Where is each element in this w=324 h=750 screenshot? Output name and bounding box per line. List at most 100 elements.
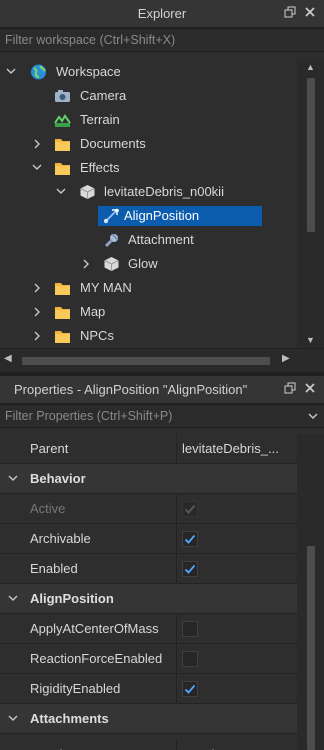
tree-item-camera[interactable]: Camera (0, 84, 297, 108)
explorer-horizontal-scrollbar[interactable]: ◀ ▶ (0, 348, 324, 372)
scroll-left-icon[interactable]: ◀ (4, 353, 12, 364)
tree-item-label: Workspace (56, 64, 121, 79)
chevron-down-icon[interactable] (54, 180, 68, 204)
property-row-active: Active (0, 494, 297, 524)
tree-item-map[interactable]: Map (0, 300, 297, 324)
tree-item-label: NPCs (80, 328, 114, 343)
part-icon (79, 184, 96, 200)
tree-item-label: Map (80, 304, 106, 319)
scroll-down-icon[interactable]: ▼ (297, 335, 324, 345)
terrain-icon (54, 112, 71, 128)
property-name: Parent (30, 441, 69, 456)
group-label: Attachments (30, 711, 109, 726)
explorer-filter (0, 28, 324, 52)
explorer-vertical-scrollbar[interactable]: ▲ ▼ (297, 60, 324, 348)
chevron-down-icon[interactable] (30, 156, 44, 180)
chevron-right-icon[interactable] (30, 276, 44, 300)
attachment-icon (103, 232, 120, 248)
properties-scroll-thumb[interactable] (307, 546, 315, 750)
tree-item-npcs[interactable]: NPCs (0, 324, 297, 348)
property-row-apply-at-center-of-mass[interactable]: ApplyAtCenterOfMass (0, 614, 297, 644)
tree-item-workspace[interactable]: Workspace (0, 60, 297, 84)
tree-item-label: AlignPosition (98, 206, 262, 226)
tree-item-terrain[interactable]: Terrain (0, 108, 297, 132)
property-name: ReactionForceEnabled (30, 651, 163, 666)
group-attachments[interactable]: Attachments (0, 704, 297, 734)
chevron-right-icon[interactable] (30, 132, 44, 156)
tree-item-label: Terrain (80, 112, 120, 127)
chevron-down-icon[interactable] (6, 584, 20, 614)
group-label: AlignPosition (30, 591, 114, 606)
group-behavior[interactable]: Behavior (0, 464, 297, 494)
tree-item-documents[interactable]: Documents (0, 132, 297, 156)
checkbox-checked[interactable] (182, 681, 198, 697)
tree-item-effects[interactable]: Effects (0, 156, 297, 180)
property-value (176, 644, 297, 673)
property-row-archivable[interactable]: Archivable (0, 524, 297, 554)
chevron-right-icon[interactable] (30, 324, 44, 348)
scroll-up-icon[interactable]: ▲ (297, 62, 324, 72)
property-value (176, 674, 297, 703)
group-label: Behavior (30, 471, 86, 486)
tree-item-label: Attachment (128, 232, 194, 247)
chevron-right-icon[interactable] (79, 252, 93, 276)
float-panel-icon[interactable] (283, 6, 297, 20)
chevron-down-icon[interactable] (6, 704, 20, 734)
explorer-search-input[interactable] (0, 29, 324, 51)
property-value (176, 614, 297, 643)
property-row-enabled[interactable]: Enabled (0, 554, 297, 584)
property-row-parent[interactable]: Parent levitateDebris_... (0, 434, 297, 464)
tree-item-label: Documents (80, 136, 146, 151)
checkbox-checked[interactable] (182, 561, 198, 577)
folder-icon (54, 304, 71, 320)
explorer-hscroll-thumb[interactable] (22, 357, 270, 365)
float-panel-icon[interactable] (283, 382, 297, 396)
property-value[interactable]: levitateDebris_... (176, 434, 297, 463)
checkbox-unchecked[interactable] (182, 621, 198, 637)
folder-icon (54, 328, 71, 344)
camera-icon (54, 88, 71, 104)
property-value (176, 524, 297, 553)
property-name: RigidityEnabled (30, 681, 121, 696)
close-icon[interactable] (303, 382, 317, 396)
tree-item-attachment[interactable]: Attachment (0, 228, 297, 252)
properties-vertical-scrollbar[interactable] (297, 434, 324, 750)
chevron-down-icon[interactable] (308, 409, 318, 426)
chevron-right-icon[interactable] (30, 300, 44, 324)
properties-grid: Parent levitateDebris_... Behavior Activ… (0, 434, 297, 750)
tree-item-label: Camera (80, 88, 127, 103)
checkbox-unchecked[interactable] (182, 651, 198, 667)
explorer-title: Explorer (137, 6, 187, 21)
tree-item-label: MY MAN (80, 280, 132, 295)
property-row-reaction-force-enabled[interactable]: ReactionForceEnabled (0, 644, 297, 674)
chevron-down-icon[interactable] (4, 60, 18, 84)
property-value[interactable]: Attachment (176, 740, 297, 750)
tree-item-levitate-debris[interactable]: levitateDebris_n00kii (0, 180, 297, 204)
scroll-right-icon[interactable]: ▶ (282, 353, 290, 364)
tree-item-my-man[interactable]: MY MAN (0, 276, 297, 300)
explorer-tree: Workspace Camera Terrain Documents Effec… (0, 60, 297, 348)
properties-header: Properties - AlignPosition "AlignPositio… (0, 376, 324, 404)
close-icon[interactable] (303, 6, 317, 20)
tree-item-align-position[interactable]: AlignPosition (0, 204, 297, 228)
property-name: Active (30, 501, 66, 516)
tree-item-label: levitateDebris_n00kii (104, 184, 224, 199)
explorer-header: Explorer (0, 0, 324, 28)
tree-item-label: Glow (128, 256, 158, 271)
property-name: Enabled (30, 561, 78, 576)
chevron-down-icon[interactable] (6, 464, 20, 494)
properties-filter (0, 404, 324, 428)
properties-title: Properties - AlignPosition "AlignPositio… (14, 382, 248, 397)
property-row-attachment0[interactable]: Attachment0 Attachment (0, 734, 297, 750)
property-value (176, 554, 297, 583)
tree-item-glow[interactable]: Glow (0, 252, 297, 276)
checkbox-checked[interactable] (182, 531, 198, 547)
folder-icon (54, 136, 71, 152)
group-align-position[interactable]: AlignPosition (0, 584, 297, 614)
tree-item-label: Effects (80, 160, 120, 175)
explorer-scroll-thumb[interactable] (307, 78, 315, 232)
property-row-rigidity-enabled[interactable]: RigidityEnabled (0, 674, 297, 704)
property-name: ApplyAtCenterOfMass (30, 621, 159, 636)
properties-search-input[interactable] (0, 405, 300, 427)
property-name: Attachment0 (30, 740, 103, 750)
